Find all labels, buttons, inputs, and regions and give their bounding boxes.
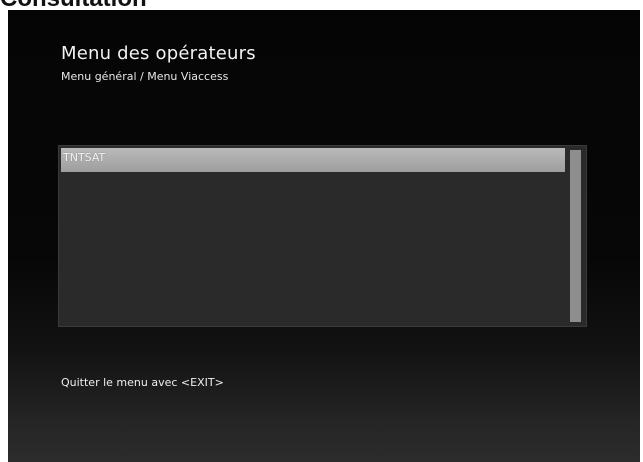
operator-list: TNTSAT (58, 145, 587, 327)
list-item-operator[interactable]: TNTSAT (61, 148, 565, 172)
breadcrumb: Menu général / Menu Viaccess (61, 70, 229, 83)
document-heading: Consultation (0, 0, 147, 11)
exit-hint: Quitter le menu avec <EXIT> (61, 376, 224, 389)
scrollbar[interactable] (568, 146, 586, 326)
page: Consultation Menu des opérateurs Menu gé… (0, 0, 643, 462)
scrollbar-thumb[interactable] (570, 150, 581, 322)
tv-screen: Menu des opérateurs Menu général / Menu … (8, 10, 640, 462)
page-title: Menu des opérateurs (61, 43, 256, 64)
